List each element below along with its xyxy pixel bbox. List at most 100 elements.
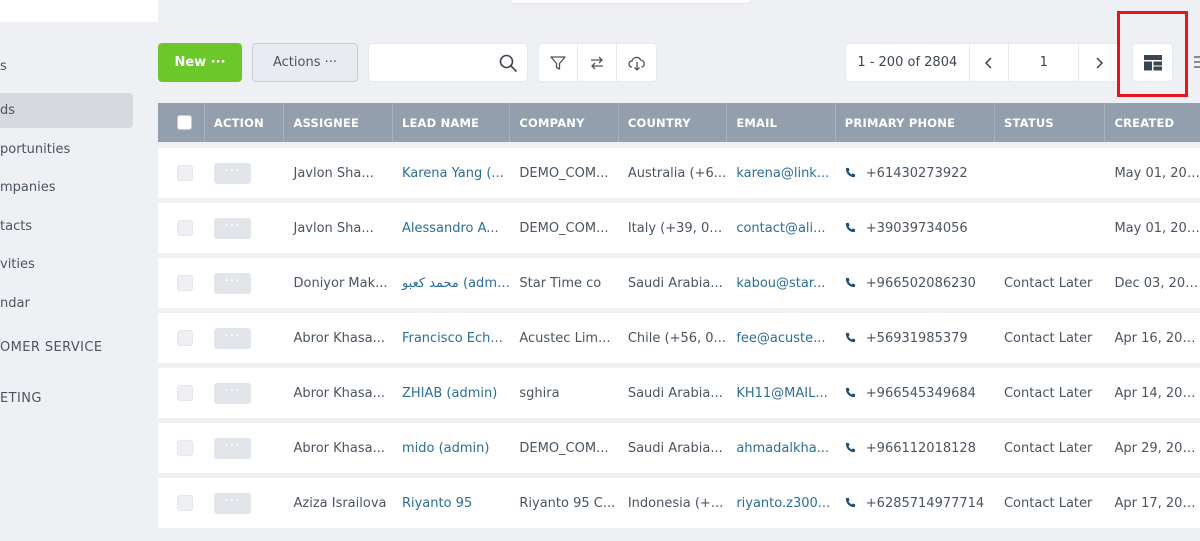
cell-email[interactable]: kabou@star... — [727, 276, 835, 291]
top-left-panel — [0, 0, 158, 22]
phone-number[interactable]: +6285714977714 — [866, 496, 984, 511]
select-all-checkbox[interactable] — [177, 115, 192, 130]
cell-created: May 01, 201... — [1114, 165, 1200, 181]
filter-button[interactable] — [539, 44, 578, 81]
actions-button[interactable]: Actions ··· — [252, 43, 358, 82]
prev-page-button[interactable] — [970, 44, 1010, 81]
global-search-bar[interactable] — [510, 0, 752, 4]
download-button[interactable] — [617, 44, 656, 81]
row-action-button[interactable]: ··· — [213, 217, 251, 239]
phone-number[interactable]: +966112018128 — [866, 441, 976, 456]
chevron-left-icon — [984, 56, 992, 69]
column-header-email[interactable]: EMAIL — [727, 103, 836, 142]
column-header-country[interactable]: COUNTRY — [619, 103, 728, 142]
cell-email[interactable]: fee@acuste... — [727, 331, 835, 346]
column-header-company[interactable]: COMPANY — [510, 103, 619, 142]
phone-number[interactable]: +39039734056 — [866, 221, 968, 236]
row-action-button[interactable]: ··· — [213, 272, 251, 294]
phone-icon — [845, 277, 855, 287]
cell-assignee: Javlon Sha... — [293, 165, 374, 181]
cell-email[interactable]: karena@link... — [727, 166, 835, 181]
cell-select — [158, 330, 205, 346]
table-row[interactable]: ··· Aziza Israilova Riyanto 95 Riyanto 95 C… — [158, 478, 1200, 528]
row-checkbox[interactable] — [177, 275, 193, 291]
row-checkbox[interactable] — [177, 165, 193, 181]
view-tools — [538, 43, 657, 82]
sidebar-section-customer-service[interactable]: OMER SERVICE — [0, 340, 102, 355]
cell-country: Australia (+6... — [627, 165, 727, 181]
row-checkbox[interactable] — [177, 385, 193, 401]
cell-lead-name[interactable]: محمد كعبو (admin) — [393, 276, 510, 291]
column-header-action[interactable]: ACTION — [205, 103, 285, 142]
table-row[interactable]: ··· Javlon Sha... Karena Yang (... DEMO_COM… — [158, 148, 1200, 198]
phone-number[interactable]: +61430273922 — [866, 166, 968, 181]
cell-primary-phone: +61430273922 — [836, 166, 995, 181]
cell-action: ··· — [205, 492, 285, 514]
cell-select — [158, 495, 205, 511]
cell-lead-name[interactable]: mido (admin) — [393, 441, 510, 456]
search-icon[interactable] — [499, 54, 517, 72]
sidebar-item-calendar[interactable]: ndar — [0, 296, 30, 311]
cell-email[interactable]: contact@ali... — [727, 221, 835, 236]
row-checkbox[interactable] — [177, 440, 193, 456]
cell-lead-name[interactable]: ZHIAB (admin) — [393, 386, 510, 401]
cell-email[interactable]: ahmadalkha... — [727, 441, 835, 456]
sidebar-section-label: OMER SERVICE — [0, 340, 103, 355]
sidebar-item-contacts[interactable]: tacts — [0, 219, 32, 234]
search-input[interactable] — [379, 44, 497, 81]
phone-number[interactable]: +56931985379 — [866, 331, 968, 346]
phone-number[interactable]: +966545349684 — [866, 386, 976, 401]
page-number-input[interactable]: 1 — [1009, 44, 1080, 81]
row-action-button[interactable]: ··· — [213, 327, 251, 349]
cell-email[interactable]: riyanto.z300... — [727, 496, 835, 511]
cell-assignee: Abror Khasa... — [293, 330, 385, 346]
table-row[interactable]: ··· Abror Khasa... Francisco Ech... Acustec… — [158, 313, 1200, 363]
pagination-range: 1 - 200 of 2804 — [846, 44, 970, 81]
cell-lead-name[interactable]: Alessandro A... — [393, 221, 510, 236]
sidebar-item-companies[interactable]: mpanies — [0, 180, 56, 195]
cell-email[interactable]: KH11@MAIL... — [727, 386, 835, 401]
search-box — [368, 43, 528, 82]
cell-country: Saudi Arabia... — [627, 275, 723, 291]
cell-status: Contact Later — [1003, 440, 1093, 456]
row-action-button[interactable]: ··· — [213, 437, 251, 459]
column-header-primary-phone[interactable]: PRIMARY PHONE — [836, 103, 995, 142]
sidebar-section-marketing[interactable]: ETING — [0, 391, 42, 406]
row-checkbox[interactable] — [177, 495, 193, 511]
new-button[interactable]: New ··· — [158, 43, 242, 82]
sidebar-item-opportunities[interactable]: portunities — [0, 142, 70, 157]
cell-lead-name[interactable]: Francisco Ech... — [393, 331, 510, 346]
sidebar: s ds portunities mpanies tacts vities nd… — [0, 22, 158, 541]
column-header-status[interactable]: STATUS — [995, 103, 1106, 142]
next-page-button[interactable] — [1079, 44, 1119, 81]
table-row[interactable]: ··· Abror Khasa... mido (admin) DEMO_COM...… — [158, 423, 1200, 473]
sidebar-item-label: tacts — [0, 219, 33, 234]
table-row[interactable]: ··· Doniyor Mak... محمد كعبو (admin) Star T… — [158, 258, 1200, 308]
swap-button[interactable] — [578, 44, 617, 81]
cell-action: ··· — [205, 272, 285, 294]
row-checkbox[interactable] — [177, 330, 193, 346]
cell-lead-name[interactable]: Riyanto 95 — [393, 496, 510, 511]
cell-lead-name[interactable]: Karena Yang (... — [393, 166, 510, 181]
row-checkbox[interactable] — [177, 220, 193, 236]
phone-number[interactable]: +966502086230 — [866, 276, 976, 291]
table-row[interactable]: ··· Abror Khasa... ZHIAB (admin) sghira Saud… — [158, 368, 1200, 418]
row-action-button[interactable]: ··· — [213, 492, 251, 514]
sidebar-item-leads[interactable]: ds — [0, 93, 133, 128]
list-menu-icon[interactable] — [1190, 55, 1200, 69]
column-header-assignee[interactable]: ASSIGNEE — [284, 103, 393, 142]
cell-select — [158, 275, 205, 291]
sidebar-item-label: ndar — [0, 296, 30, 311]
sidebar-item-1[interactable]: s — [0, 59, 7, 74]
download-icon — [627, 56, 645, 71]
pagination: 1 - 200 of 2804 1 — [845, 43, 1120, 82]
cell-created: Dec 03, 201... — [1114, 275, 1200, 291]
sidebar-item-label: ds — [0, 103, 16, 118]
row-action-button[interactable]: ··· — [213, 382, 251, 404]
table-header: ACTION ASSIGNEE LEAD NAME COMPANY COUNTR… — [158, 103, 1200, 142]
column-header-created[interactable]: CREATED — [1105, 103, 1200, 142]
column-header-lead-name[interactable]: LEAD NAME — [393, 103, 511, 142]
sidebar-item-activities[interactable]: vities — [0, 257, 35, 272]
row-action-button[interactable]: ··· — [213, 162, 251, 184]
table-row[interactable]: ··· Javlon Sha... Alessandro A... DEMO_COM.… — [158, 203, 1200, 253]
